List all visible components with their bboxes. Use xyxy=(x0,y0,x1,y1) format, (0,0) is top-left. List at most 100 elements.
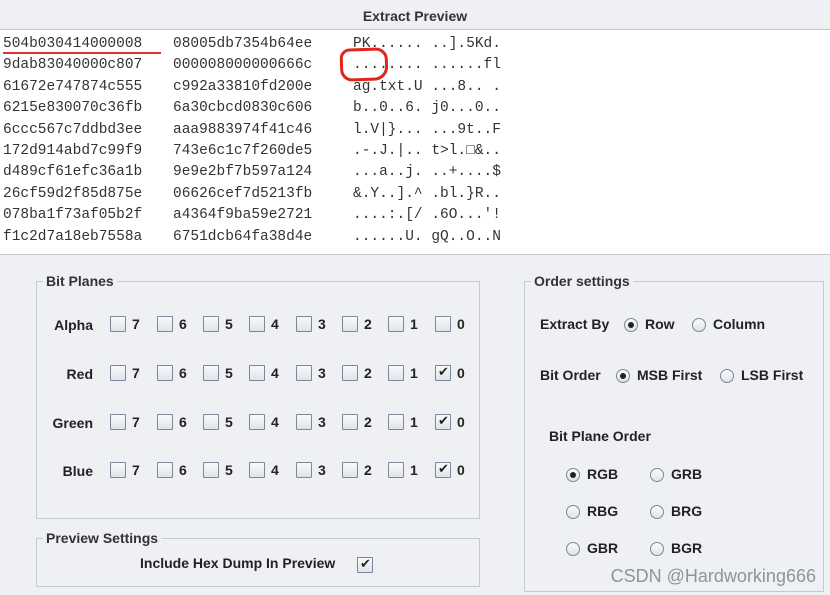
bit-plane-order-gbr-radio[interactable] xyxy=(566,542,580,556)
preview-ascii: .-.J.|.. t>l.□&.. xyxy=(353,143,501,159)
bit-checkbox[interactable] xyxy=(110,316,126,332)
bit-plane-order-brg-label[interactable]: BRG xyxy=(671,503,702,519)
bit-checkbox[interactable] xyxy=(203,316,219,332)
preview-ascii: ag.txt.U ...8.. . xyxy=(353,78,501,95)
bit-checkbox[interactable] xyxy=(296,414,312,430)
bit-checkbox[interactable] xyxy=(157,414,173,430)
bit-checkbox[interactable] xyxy=(157,365,173,381)
preview-hex2: 6751dcb64fa38d4e xyxy=(173,228,313,245)
annotation-underline xyxy=(3,52,161,54)
preview-title-bar: Extract Preview xyxy=(0,0,830,30)
bit-plane-row-label: Red xyxy=(66,366,93,382)
bit-label: 7 xyxy=(132,462,140,478)
bit-label: 2 xyxy=(364,414,372,430)
bit-checkbox[interactable] xyxy=(110,365,126,381)
bit-checkbox[interactable] xyxy=(110,414,126,430)
bit-checkbox[interactable] xyxy=(249,414,265,430)
bit-checkbox[interactable] xyxy=(388,414,404,430)
preview-hex1: 504b030414000008 xyxy=(3,36,143,52)
preview-hex2: 743e6c1c7f260de5 xyxy=(173,143,313,159)
bit-label: 0 xyxy=(457,462,465,478)
bit-checkbox[interactable] xyxy=(203,365,219,381)
bit-label: 2 xyxy=(364,316,372,332)
bit-checkbox[interactable] xyxy=(203,462,219,478)
bit-plane-order-grb-label[interactable]: GRB xyxy=(671,466,702,482)
bit-checkbox[interactable] xyxy=(388,365,404,381)
bit-checkbox[interactable] xyxy=(296,316,312,332)
bit-label: 1 xyxy=(410,316,418,332)
preview-hex2: 08005db7354b64ee xyxy=(173,36,313,52)
bit-label: 0 xyxy=(457,365,465,381)
extract-by-row-radio[interactable] xyxy=(624,318,638,332)
bit-plane-order-grb-radio[interactable] xyxy=(650,468,664,482)
preview-row: 6215e830070c36fb 6a30cbcd0830c606 b..0..6.… xyxy=(3,100,553,122)
preview-hex1: 26cf59d2f85d875e xyxy=(3,185,143,202)
bit-checkbox[interactable] xyxy=(296,462,312,478)
preview-hex1: 61672e747874c555 xyxy=(3,78,143,95)
bit-order-lsb-radio[interactable] xyxy=(720,369,734,383)
preview-title: Extract Preview xyxy=(362,8,468,24)
bit-plane-order-rbg-label[interactable]: RBG xyxy=(587,503,618,519)
bit-checkbox[interactable] xyxy=(342,365,358,381)
bit-plane-order-bgr-label[interactable]: BGR xyxy=(671,540,702,556)
extract-preview-area[interactable]: 504b030414000008 08005db7354b64ee PK......… xyxy=(0,31,830,254)
bit-label: 0 xyxy=(457,316,465,332)
bit-label: 5 xyxy=(225,316,233,332)
bit-checkbox[interactable] xyxy=(296,365,312,381)
bit-order-label: Bit Order xyxy=(540,367,601,383)
bit-plane-order-gbr-label[interactable]: GBR xyxy=(587,540,618,556)
bit-checkbox[interactable] xyxy=(435,364,451,381)
preview-settings-group: Preview Settings Include Hex Dump In Pre… xyxy=(36,530,480,587)
include-hex-label: Include Hex Dump In Preview xyxy=(140,555,336,571)
preview-hex2: c992a33810fd200e xyxy=(173,78,313,95)
bit-checkbox[interactable] xyxy=(435,461,451,478)
bit-checkbox[interactable] xyxy=(388,316,404,332)
bit-checkbox[interactable] xyxy=(342,462,358,478)
bit-plane-order-bgr-radio[interactable] xyxy=(650,542,664,556)
preview-hex2: aaa9883974f41c46 xyxy=(173,121,313,138)
preview-ascii: b..0..6. j0...0.. xyxy=(353,100,501,117)
bit-label: 3 xyxy=(318,462,326,478)
bit-order-lsb-label[interactable]: LSB First xyxy=(741,367,803,383)
preview-row: 078ba1f73af05b2f a4364f9ba59e2721 ....:.[/… xyxy=(3,207,553,229)
bit-order-msb-label[interactable]: MSB First xyxy=(637,367,702,383)
order-settings-title: Order settings xyxy=(531,273,633,289)
bit-plane-row-alpha: Alpha 7 6 5 4 3 2 1 0 xyxy=(37,314,481,336)
settings-panel: Bit Planes Alpha76543210Red76543210Green… xyxy=(0,254,830,595)
extract-by-label: Extract By xyxy=(540,316,610,332)
bit-plane-row-label: Green xyxy=(52,415,93,431)
annotation-circle xyxy=(339,47,389,82)
bit-label: 7 xyxy=(132,316,140,332)
bit-checkbox[interactable] xyxy=(110,462,126,478)
bit-plane-order-brg-radio[interactable] xyxy=(650,505,664,519)
bit-checkbox[interactable] xyxy=(249,365,265,381)
bit-plane-order-rgb-label[interactable]: RGB xyxy=(587,466,618,482)
watermark: CSDN @Hardworking666 xyxy=(610,566,816,586)
preview-row: 61672e747874c555 c992a33810fd200e ag.txt.U… xyxy=(3,79,553,101)
bit-label: 2 xyxy=(364,462,372,478)
extract-by-column-label[interactable]: Column xyxy=(713,316,765,332)
extract-by-column-radio[interactable] xyxy=(692,318,706,332)
bit-checkbox[interactable] xyxy=(342,414,358,430)
bit-plane-order-rgb-radio[interactable] xyxy=(566,468,580,482)
bit-checkbox[interactable] xyxy=(249,316,265,332)
bit-checkbox[interactable] xyxy=(157,462,173,478)
bit-checkbox[interactable] xyxy=(435,316,451,332)
bit-order-msb-radio[interactable] xyxy=(616,369,630,383)
bit-label: 5 xyxy=(225,414,233,430)
bit-plane-order-label: Bit Plane Order xyxy=(549,428,651,444)
extract-by-row-label[interactable]: Row xyxy=(645,316,675,332)
bit-plane-order-rbg-radio[interactable] xyxy=(566,505,580,519)
bit-checkbox[interactable] xyxy=(249,462,265,478)
bit-label: 7 xyxy=(132,365,140,381)
preview-hex1: d489cf61efc36a1b xyxy=(3,164,143,181)
bit-checkbox[interactable] xyxy=(435,413,451,430)
bit-plane-row-blue: Blue 7 6 5 4 3 2 1 0 xyxy=(37,460,481,482)
preview-hex2: 9e9e2bf7b597a124 xyxy=(173,164,313,181)
bit-checkbox[interactable] xyxy=(342,316,358,332)
bit-planes-title: Bit Planes xyxy=(43,273,117,289)
bit-checkbox[interactable] xyxy=(203,414,219,430)
include-hex-checkbox[interactable] xyxy=(357,556,373,573)
bit-checkbox[interactable] xyxy=(388,462,404,478)
bit-checkbox[interactable] xyxy=(157,316,173,332)
